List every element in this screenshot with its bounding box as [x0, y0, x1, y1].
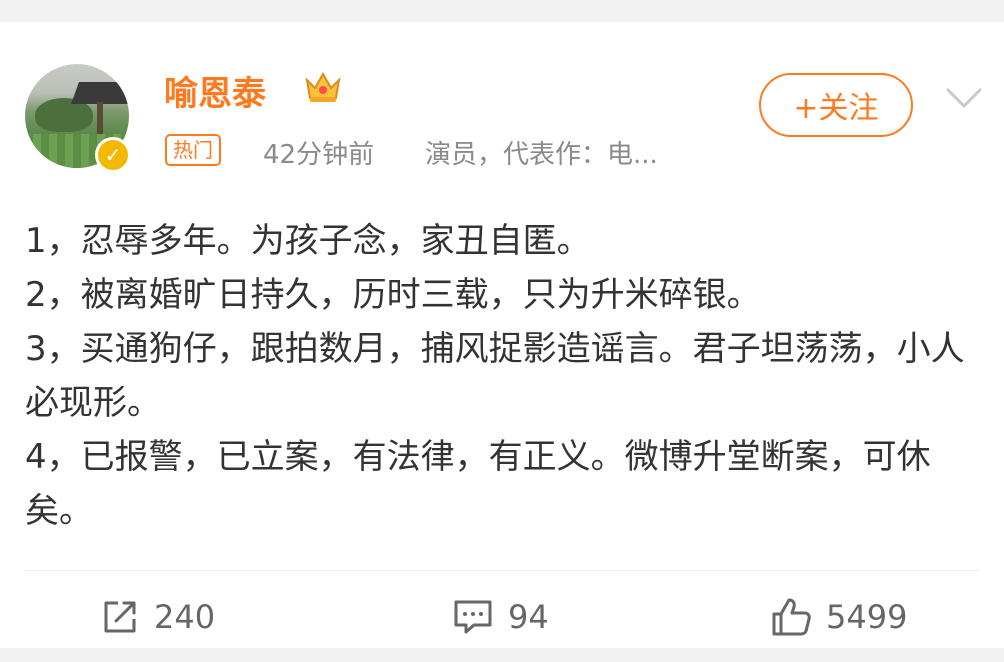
post-time: 42分钟前 — [263, 140, 375, 170]
comment-icon — [454, 600, 492, 634]
post-paragraph: 4，已报警，已立案，有法律，有正义。微博升堂断案，可休矣。 — [25, 437, 931, 531]
follow-button[interactable]: +关注 — [759, 73, 913, 137]
author-description: 演员，代表作：电... — [425, 140, 658, 170]
action-bar: 240 94 5499 — [0, 582, 1004, 652]
divider — [25, 570, 980, 571]
repost-button[interactable]: 240 — [100, 582, 215, 652]
weibo-post-card: ✓ 喻恩泰 热门 42分钟前 演员，代表作：电... +关注 1，忍辱多年。为孩… — [0, 22, 1004, 648]
author-name[interactable]: 喻恩泰 — [164, 66, 266, 115]
comment-count: 94 — [508, 598, 549, 636]
comment-button[interactable]: 94 — [452, 582, 549, 652]
hot-badge: 热门 — [165, 134, 221, 166]
bottom-strip — [0, 648, 1004, 662]
post-text: 1，忍辱多年。为孩子念，家丑自匿。 2，被离婚旷日持久，历时三载，只为升米碎银。… — [25, 214, 975, 538]
verified-badge-icon: ✓ — [95, 137, 131, 173]
crown-icon — [305, 71, 341, 102]
post-paragraph: 2，被离婚旷日持久，历时三载，只为升米碎银。 — [25, 275, 761, 315]
like-button[interactable]: 5499 — [770, 582, 907, 652]
like-count: 5499 — [826, 598, 908, 636]
post-paragraph: 1，忍辱多年。为孩子念，家丑自匿。 — [25, 221, 591, 261]
thumbs-up-icon — [772, 598, 811, 636]
repost-icon — [104, 601, 136, 633]
avatar-roof-shape — [70, 82, 129, 104]
chevron-down-icon[interactable] — [944, 84, 984, 112]
post-paragraph: 3，买通狗仔，跟拍数月，捕风捉影造谣言。君子坦荡荡，小人必现形。 — [25, 329, 965, 423]
repost-count: 240 — [154, 598, 216, 636]
